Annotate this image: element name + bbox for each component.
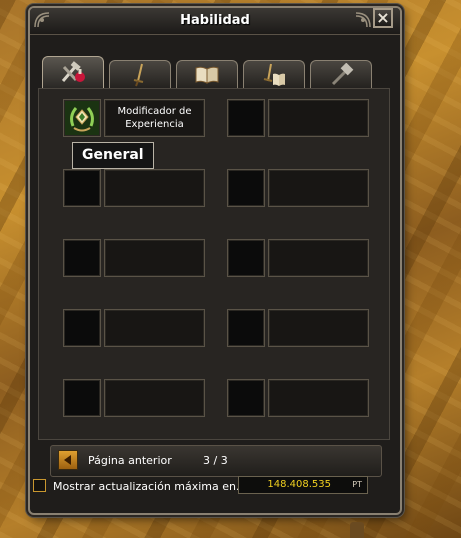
skill-icon-frame[interactable]: [227, 99, 265, 137]
skill-icon-frame[interactable]: [63, 379, 101, 417]
skill-icon-frame[interactable]: [227, 239, 265, 277]
tooltip: General: [72, 142, 154, 169]
skill-icon-frame[interactable]: [227, 169, 265, 207]
skill-label: [104, 309, 205, 347]
skill-icon-frame[interactable]: [227, 379, 265, 417]
skill-icon-frame[interactable]: [63, 169, 101, 207]
skill-icon-frame[interactable]: [63, 99, 101, 137]
sword-book-icon: [263, 63, 285, 86]
skill-label: [268, 379, 369, 417]
max-update-checkbox[interactable]: [33, 479, 46, 492]
title-bar[interactable]: Habilidad: [30, 8, 400, 35]
laurel-wreath-icon: [65, 101, 99, 135]
tab-weapon-book[interactable]: [243, 60, 305, 88]
character-figure: [350, 522, 364, 538]
close-icon: ×: [376, 8, 390, 27]
skill-icon-frame[interactable]: [227, 309, 265, 347]
page-count: 3 / 3: [203, 454, 228, 467]
skill-label: [268, 239, 369, 277]
tab-bar: [42, 56, 382, 90]
skill-label: [268, 99, 369, 137]
skill-icon-frame[interactable]: [63, 239, 101, 277]
book-icon: [195, 66, 219, 84]
prev-page-button[interactable]: [58, 450, 78, 470]
skill-label: [268, 169, 369, 207]
tab-general[interactable]: [42, 56, 104, 88]
ornament-icon: [355, 12, 371, 28]
skill-icon-frame[interactable]: [63, 309, 101, 347]
skill-label: [104, 379, 205, 417]
points-value: 148.408.535: [267, 479, 331, 490]
skill-label: [104, 169, 205, 207]
skill-label: [268, 309, 369, 347]
checkbox-label: Mostrar actualización máxima en...: [53, 480, 247, 493]
tab-craft[interactable]: [310, 60, 372, 88]
points-field: 148.408.535 PT: [238, 476, 368, 494]
window-title: Habilidad: [180, 13, 250, 28]
close-button[interactable]: ×: [373, 8, 393, 28]
skill-list: Modificador de Experiencia: [38, 88, 390, 440]
pager-bar: Página anterior 3 / 3: [50, 445, 382, 477]
tab-book[interactable]: [176, 60, 238, 88]
skill-window: Habilidad Modificador de Experiencia Pág…: [28, 6, 402, 515]
tab-weapon[interactable]: [109, 60, 171, 88]
skill-label: [104, 239, 205, 277]
tools-potion-icon: [61, 60, 85, 82]
hammer-icon: [331, 62, 354, 85]
points-unit: PT: [352, 480, 362, 489]
skill-label: Modificador de Experiencia: [104, 99, 205, 137]
sword-icon: [133, 63, 144, 86]
prev-page-label[interactable]: Página anterior: [88, 454, 172, 467]
